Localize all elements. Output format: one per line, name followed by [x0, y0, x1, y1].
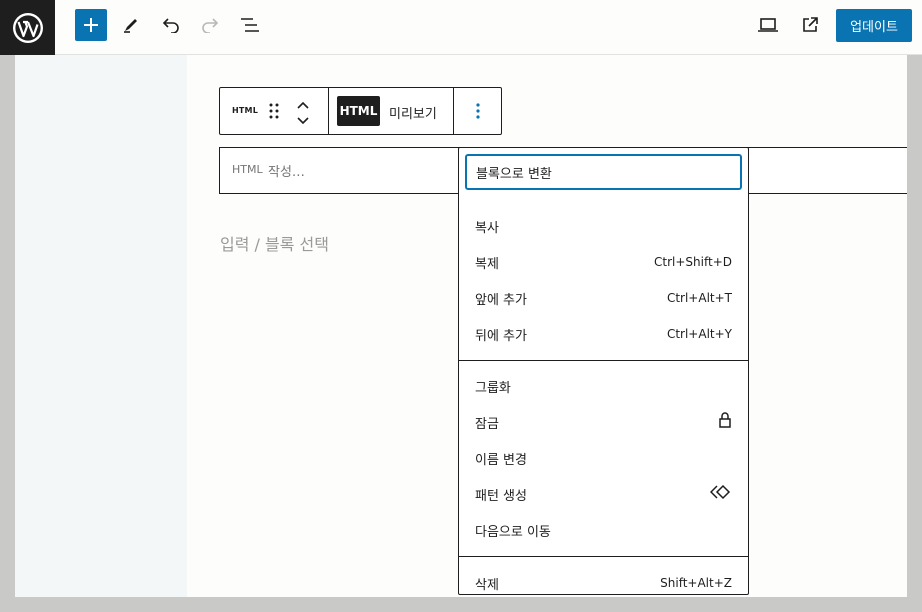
menu-item-rename[interactable]: 이름 변경	[465, 440, 742, 476]
undo-button[interactable]	[159, 13, 183, 37]
block-switcher[interactable]: HTML	[220, 88, 328, 134]
editor-toolbar: 업데이트	[55, 0, 922, 55]
list-view-icon	[241, 18, 259, 32]
options-button[interactable]	[454, 88, 501, 134]
editor-canvas: HTML HTML 미리보기 HTML 작성… 입력 / 블록 선택 블록으로 …	[15, 15, 907, 597]
html-preview-group: HTML 미리보기	[329, 88, 453, 134]
plus-icon	[84, 18, 98, 32]
more-vertical-icon	[475, 103, 480, 119]
redo-icon	[202, 18, 219, 33]
add-block-button[interactable]	[75, 9, 107, 41]
block-options-menu: 블록으로 변환 복사 복제 Ctrl+Shift+D 앞에 추가 Ctrl+Al…	[458, 147, 749, 595]
block-appender[interactable]: 입력 / 블록 선택	[220, 231, 329, 255]
html-input[interactable]: 작성…	[268, 161, 305, 180]
menu-item-insert-before[interactable]: 앞에 추가 Ctrl+Alt+T	[465, 280, 742, 316]
preview-device-button[interactable]	[755, 13, 781, 37]
left-panel	[15, 55, 187, 597]
menu-item-delete[interactable]: 삭제 Shift+Alt+Z	[465, 565, 742, 597]
block-toolbar: HTML HTML 미리보기	[219, 87, 502, 135]
laptop-icon	[758, 18, 778, 32]
preview-button[interactable]: 미리보기	[389, 103, 437, 122]
menu-item-move-to[interactable]: 다음으로 이동	[465, 512, 742, 548]
document-overview-button[interactable]	[238, 13, 262, 37]
html-block-label: HTML	[232, 163, 263, 176]
move-down-icon[interactable]	[296, 112, 310, 131]
wordpress-icon	[12, 12, 43, 43]
pencil-icon	[124, 19, 137, 33]
undo-icon	[162, 18, 179, 33]
external-link-icon	[803, 17, 818, 32]
html-mode-button[interactable]: HTML	[337, 96, 380, 126]
pattern-icon	[709, 484, 732, 504]
tools-button[interactable]	[119, 13, 143, 37]
block-type-label: HTML	[232, 106, 259, 115]
menu-item-convert-to-blocks[interactable]: 블록으로 변환	[465, 154, 742, 190]
update-button[interactable]: 업데이트	[836, 9, 912, 42]
menu-item-create-pattern[interactable]: 패턴 생성	[465, 476, 742, 512]
wordpress-logo[interactable]	[0, 0, 55, 55]
menu-item-lock[interactable]: 잠금	[465, 404, 742, 440]
menu-item-duplicate[interactable]: 복제 Ctrl+Shift+D	[465, 244, 742, 280]
view-post-button[interactable]	[798, 13, 822, 37]
menu-separator	[459, 360, 748, 361]
menu-item-copy[interactable]: 복사	[465, 208, 742, 244]
menu-item-group[interactable]: 그룹화	[465, 368, 742, 404]
lock-icon	[718, 411, 732, 433]
drag-handle-icon[interactable]	[268, 102, 280, 124]
menu-item-insert-after[interactable]: 뒤에 추가 Ctrl+Alt+Y	[465, 316, 742, 352]
redo-button[interactable]	[198, 13, 222, 37]
menu-separator	[459, 556, 748, 557]
